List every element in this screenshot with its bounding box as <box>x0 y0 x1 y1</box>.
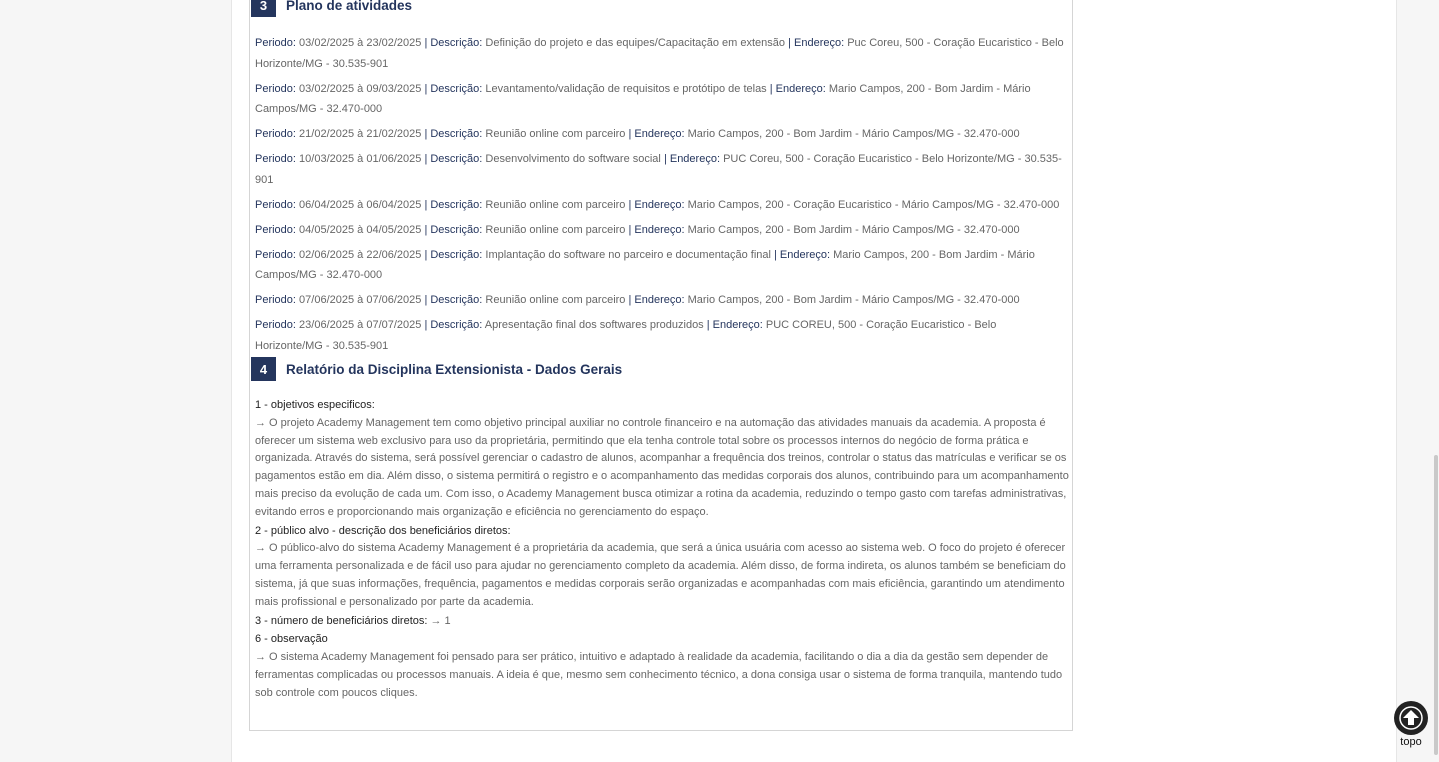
answer-text: → 1 <box>430 614 451 627</box>
question-label: 3 - número de beneficiários diretos: → 1 <box>255 614 451 627</box>
activities-list: Periodo: 03/02/2025 à 23/02/2025 | Descr… <box>255 33 1065 361</box>
activity-item: Periodo: 02/06/2025 à 22/06/2025 | Descr… <box>255 248 1035 282</box>
section-3-header: 3 Plano de atividades <box>251 0 412 17</box>
answer-text: → O sistema Academy Management foi pensa… <box>255 651 1063 699</box>
activity-item: Periodo: 23/06/2025 à 07/07/2025 | Descr… <box>255 319 997 352</box>
section-title: Plano de atividades <box>286 0 413 13</box>
section-number: 3 <box>251 0 276 17</box>
back-to-top-label[interactable]: topo <box>1393 736 1429 748</box>
activity-item: Periodo: 03/02/2025 à 23/02/2025 | Descr… <box>255 37 1064 70</box>
report-body: 1 - objetivos especificos: → O projeto A… <box>255 396 1069 703</box>
activity-item: Periodo: 10/03/2025 à 01/06/2025 | Descr… <box>255 153 1062 186</box>
back-to-top-button[interactable]: topo <box>1393 701 1429 748</box>
right-background <box>1396 0 1439 762</box>
arrow-up-icon[interactable] <box>1394 701 1428 735</box>
section-title: Relatório da Disciplina Extensionista - … <box>286 361 623 377</box>
activity-item: Periodo: 07/06/2025 à 07/06/2025 | Descr… <box>255 294 1020 306</box>
activity-item: Periodo: 21/02/2025 à 21/02/2025 | Descr… <box>255 128 1020 140</box>
section-4-header: 4 Relatório da Disciplina Extensionista … <box>251 357 622 381</box>
question-label: 1 - objetivos especificos: <box>255 399 375 411</box>
answer-text: → O projeto Academy Management tem como … <box>255 416 1069 518</box>
left-background <box>0 0 232 762</box>
activity-item: Periodo: 04/05/2025 à 04/05/2025 | Descr… <box>255 223 1020 236</box>
section-number: 4 <box>251 357 276 381</box>
question-label: 2 - público alvo - descrição dos benefic… <box>255 524 511 537</box>
activity-item: Periodo: 03/02/2025 à 09/03/2025 | Descr… <box>255 82 1031 116</box>
question-label: 6 - observação <box>255 633 328 646</box>
answer-text: → O público-alvo do sistema Academy Mana… <box>255 542 1066 608</box>
scrollbar-thumb[interactable] <box>1434 455 1438 755</box>
activity-item: Periodo: 06/04/2025 à 06/04/2025 | Descr… <box>255 198 1060 211</box>
